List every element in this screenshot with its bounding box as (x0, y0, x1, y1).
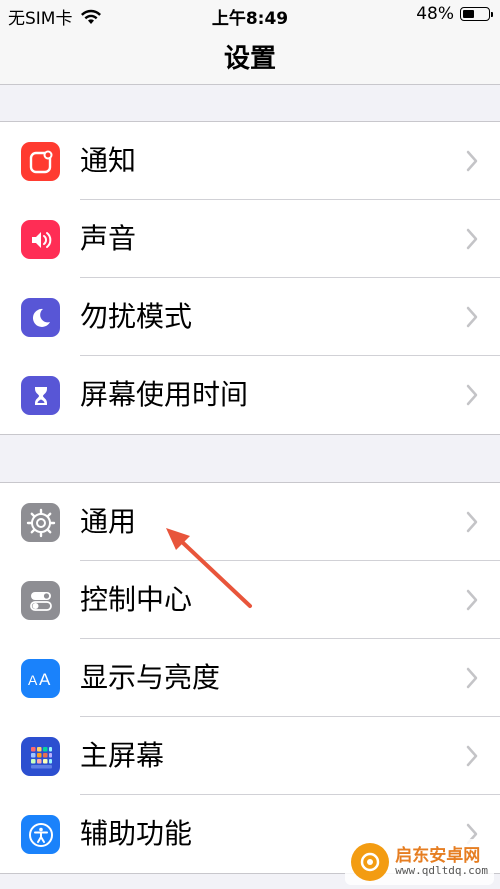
chevron-right-icon (466, 150, 478, 172)
chevron-right-icon (466, 745, 478, 767)
settings-row-general[interactable]: 通用 (0, 483, 500, 561)
row-label: 勿扰模式 (80, 300, 193, 333)
watermark: 启东安卓网 www.qdltdq.com (345, 839, 494, 885)
status-bar: 无SIM卡 上午8:49 48% (0, 0, 500, 29)
nav-bar: 设置 (0, 28, 500, 85)
chevron-right-icon (466, 667, 478, 689)
row-label: 主屏幕 (80, 739, 165, 772)
row-label: 控制中心 (80, 583, 193, 616)
screen-time-icon (21, 376, 60, 415)
settings-row-home-screen[interactable]: 主屏幕 (0, 717, 500, 795)
chevron-right-icon (466, 306, 478, 328)
page-title: 设置 (223, 44, 276, 74)
gear-icon (21, 503, 60, 542)
watermark-title: 启东安卓网 (395, 845, 481, 866)
battery-icon (460, 7, 493, 21)
battery-fill (463, 10, 474, 18)
settings-group-2: 通用 控制中心 A A 显示与亮度 主屏幕 辅助功能 (0, 482, 500, 874)
watermark-url: www.qdltdq.com (395, 864, 488, 878)
home-screen-icon (21, 737, 60, 776)
watermark-logo-icon (351, 843, 390, 881)
row-label: 显示与亮度 (80, 661, 221, 694)
settings-row-display-brightness[interactable]: A A 显示与亮度 (0, 639, 500, 717)
svg-text:A: A (39, 670, 51, 689)
chevron-right-icon (466, 589, 478, 611)
row-label: 通用 (80, 505, 137, 538)
row-label: 辅助功能 (80, 817, 193, 850)
row-label: 声音 (80, 222, 137, 255)
display-brightness-icon: A A (21, 659, 60, 698)
notifications-icon (21, 142, 60, 181)
row-label: 屏幕使用时间 (80, 378, 249, 411)
control-center-icon (21, 581, 60, 620)
watermark-text: 启东安卓网 www.qdltdq.com (395, 845, 488, 878)
settings-row-sounds[interactable]: 声音 (0, 200, 500, 278)
chevron-right-icon (466, 384, 478, 406)
row-label: 通知 (80, 144, 137, 177)
settings-row-notifications[interactable]: 通知 (0, 122, 500, 200)
settings-row-screen-time[interactable]: 屏幕使用时间 (0, 356, 500, 434)
settings-group-1: 通知 声音 勿扰模式 屏幕使用时间 (0, 121, 500, 435)
chevron-right-icon (466, 511, 478, 533)
accessibility-icon (21, 815, 60, 854)
settings-row-control-center[interactable]: 控制中心 (0, 561, 500, 639)
battery-percent: 48% (416, 4, 454, 24)
do-not-disturb-icon (21, 298, 60, 337)
svg-text:A: A (28, 672, 38, 688)
chevron-right-icon (466, 228, 478, 250)
status-right: 48% (416, 4, 493, 24)
settings-row-do-not-disturb[interactable]: 勿扰模式 (0, 278, 500, 356)
sounds-icon (21, 220, 60, 259)
